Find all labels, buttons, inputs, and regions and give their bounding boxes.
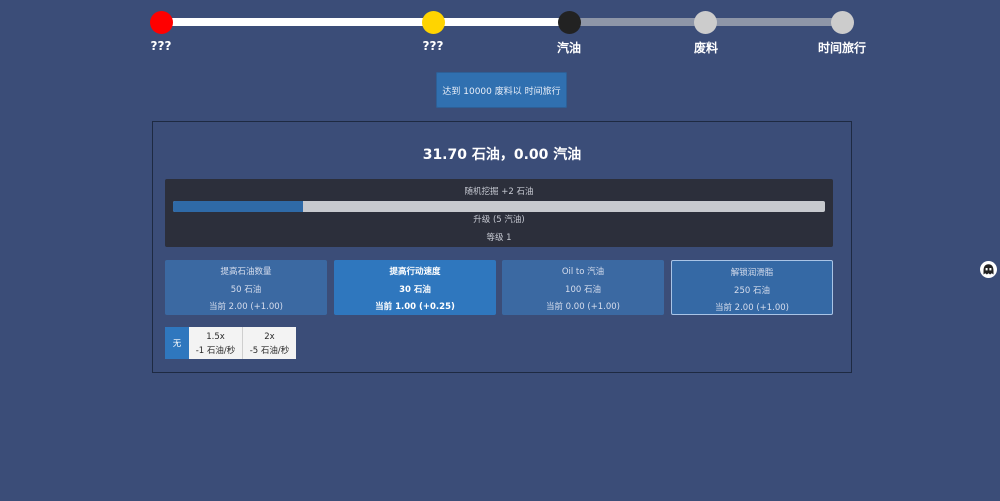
stage-node-2[interactable]: [422, 11, 445, 34]
upgrade-name: Oil to 汽油: [561, 267, 605, 277]
goal-banner: 达到 10000 废料以 时间旅行: [436, 72, 567, 108]
stage-node-3[interactable]: [558, 11, 581, 34]
speed-multiplier: 1.5x: [206, 332, 225, 342]
dig-progress-fill: [173, 201, 304, 212]
upgrade-unlock-grease[interactable]: 解锁润滑脂 250 石油 当前 2.00 (+1.00): [671, 260, 833, 315]
stage-label-5: 时间旅行: [817, 41, 866, 55]
stage-node-4[interactable]: [694, 11, 717, 34]
ghost-face-icon-graphic: [980, 261, 997, 278]
upgrade-current: 当前 2.00 (+1.00): [208, 302, 283, 312]
resource-totals: 31.70 石油，0.00 汽油: [422, 147, 582, 163]
upgrade-current: 当前 1.00 (+0.25): [375, 302, 455, 312]
upgrade-current: 当前 2.00 (+1.00): [714, 303, 789, 313]
upgrade-cost: 100 石油: [565, 285, 601, 295]
upgrade-oil-to-gasoline[interactable]: Oil to 汽油 100 石油 当前 0.00 (+1.00): [502, 260, 664, 315]
upgrade-name: 提高行动速度: [389, 267, 441, 277]
ghost-face-icon[interactable]: [980, 261, 997, 278]
stage-label-3: 汽油: [556, 41, 581, 55]
stage-label-1: ???: [150, 39, 172, 53]
upgrade-cost: 50 石油: [230, 285, 262, 295]
upgrade-name: 解锁润滑脂: [730, 268, 774, 278]
goal-text: 达到 10000 废料以 时间旅行: [442, 86, 561, 97]
upgrade-cards: 提高石油数量 50 石油 当前 2.00 (+1.00) 提高行动速度 30 石…: [165, 260, 835, 316]
stage-label-2: ???: [422, 39, 444, 53]
speed-multiplier: 2x: [264, 332, 275, 342]
stage-node-5[interactable]: [831, 11, 854, 34]
speed-option-2[interactable]: 2x -5 石油/秒: [243, 327, 296, 359]
speed-option-1[interactable]: 1.5x -1 石油/秒: [189, 327, 243, 359]
stage-node-1[interactable]: [150, 11, 173, 34]
dig-action[interactable]: 随机挖掘 +2 石油 升级 (5 汽油) 等级 1: [165, 179, 833, 247]
speed-cost: -1 石油/秒: [195, 346, 236, 356]
upgrade-current: 当前 0.00 (+1.00): [545, 302, 620, 312]
upgrade-name: 提高石油数量: [220, 267, 272, 277]
dig-upgrade-button[interactable]: 升级 (5 汽油): [165, 213, 833, 225]
speed-cost: -5 石油/秒: [249, 346, 290, 356]
speed-none-label: 无: [172, 339, 182, 349]
track-segment-done: [161, 18, 569, 26]
dig-progress-bar: [173, 201, 825, 212]
stage-label-4: 废料: [693, 41, 718, 55]
upgrade-action-speed[interactable]: 提高行动速度 30 石油 当前 1.00 (+0.25): [334, 260, 496, 315]
stage-track: ??? ??? 汽油 废料 时间旅行: [0, 0, 1000, 60]
upgrade-cost: 30 石油: [399, 285, 431, 295]
main-panel: 31.70 石油，0.00 汽油 随机挖掘 +2 石油 升级 (5 汽油) 等级…: [152, 121, 852, 373]
upgrade-cost: 250 石油: [734, 286, 770, 296]
dig-level: 等级 1: [486, 233, 512, 243]
speed-none-button[interactable]: 无: [165, 327, 189, 359]
dig-title: 随机挖掘 +2 石油: [464, 187, 534, 197]
upgrade-oil-amount[interactable]: 提高石油数量 50 石油 当前 2.00 (+1.00): [165, 260, 327, 315]
